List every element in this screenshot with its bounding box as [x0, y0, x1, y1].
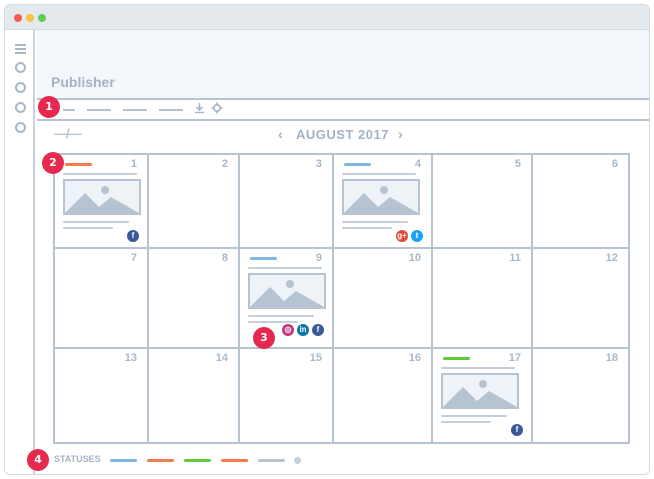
statuses-label: STATUSES	[54, 454, 101, 464]
toolbar-item-1[interactable]	[63, 109, 75, 111]
month-label: AUGUST 2017	[296, 127, 389, 142]
calendar-day-cell[interactable]: 16	[334, 349, 433, 442]
instagram-icon: ◎	[282, 324, 294, 336]
callout-badge-2: 2	[42, 152, 64, 174]
status-legend-item[interactable]	[110, 459, 137, 462]
calendar-day-cell[interactable]: 10	[334, 249, 433, 349]
post-status-bar	[250, 257, 277, 260]
linkedin-icon: in	[297, 324, 309, 336]
post-text-line	[342, 221, 408, 223]
toolbar	[37, 98, 649, 121]
calendar-day-cell[interactable]: 7	[55, 249, 149, 349]
toolbar-item-3[interactable]	[123, 109, 147, 111]
google-plus-icon: g+	[396, 230, 408, 242]
window-titlebar	[5, 5, 649, 30]
calendar-day-cell[interactable]: 15	[240, 349, 334, 442]
calendar-day-cell[interactable]: 1f	[55, 155, 149, 249]
calendar-day-cell[interactable]: 18	[533, 349, 628, 442]
calendar-day-cell[interactable]: 2	[149, 155, 240, 249]
day-number: 7	[130, 252, 137, 264]
post-text-line	[248, 315, 314, 317]
calendar-day-cell[interactable]: 12	[533, 249, 628, 349]
maximize-window-button[interactable]	[38, 14, 46, 22]
day-number: 8	[221, 252, 228, 264]
sidebar-item-3[interactable]	[15, 102, 26, 113]
sidebar	[5, 30, 35, 474]
prev-month-icon[interactable]: ‹	[278, 126, 283, 142]
calendar-day-cell[interactable]: 14	[149, 349, 240, 442]
day-number: 18	[605, 352, 618, 364]
toolbar-item-4[interactable]	[159, 109, 183, 111]
calendar-day-cell[interactable]: 8	[149, 249, 240, 349]
next-month-icon[interactable]: ›	[398, 126, 403, 142]
day-number: 11	[509, 252, 521, 264]
calendar-nav: —/— ‹ AUGUST 2017 ›	[32, 124, 646, 146]
sidebar-item-4[interactable]	[15, 122, 26, 133]
facebook-icon: f	[511, 424, 523, 436]
post-status-bar	[65, 163, 92, 166]
toolbar-item-2[interactable]	[87, 109, 111, 111]
sidebar-item-1[interactable]	[15, 62, 26, 73]
status-legend-more[interactable]	[294, 457, 301, 464]
day-number: 5	[514, 158, 521, 170]
post-text-line	[342, 173, 416, 175]
calendar-day-cell[interactable]: 6	[533, 155, 628, 249]
post-text-line	[63, 221, 129, 223]
callout-badge-4: 4	[27, 449, 49, 471]
statuses-legend: STATUSES	[32, 452, 646, 468]
status-legend-item[interactable]	[147, 459, 174, 462]
post-image-placeholder	[441, 373, 519, 409]
post-status-bar	[344, 163, 371, 166]
calendar-day-cell[interactable]: 11	[433, 249, 533, 349]
day-number: 12	[605, 252, 618, 264]
status-legend-item[interactable]	[258, 459, 285, 462]
post-text-line	[342, 227, 392, 229]
scheduled-post[interactable]: g+ t	[334, 155, 431, 247]
page-header: Publisher	[37, 30, 649, 98]
day-number: 3	[315, 158, 322, 170]
status-legend-item[interactable]	[221, 459, 248, 462]
post-text-line	[441, 367, 515, 369]
post-text-line	[63, 227, 113, 229]
callout-badge-3: 3	[253, 327, 275, 349]
scheduled-post[interactable]: f	[55, 155, 147, 247]
post-status-bar	[443, 357, 470, 360]
post-text-line	[248, 267, 322, 269]
post-text-line	[63, 173, 137, 175]
post-image-placeholder	[248, 273, 326, 309]
calendar-grid: 1 f 2 3 4 g+ t 5 6 7 8 9 ◎ in f 10 11 12 13 14 15 16 17 f 18	[53, 153, 630, 444]
sidebar-item-2[interactable]	[15, 82, 26, 93]
day-number: 13	[124, 352, 137, 364]
facebook-icon: f	[312, 324, 324, 336]
calendar-day-cell[interactable]: 3	[240, 155, 334, 249]
day-number: 16	[408, 352, 421, 364]
view-toggle[interactable]: —/—	[54, 126, 82, 141]
day-number: 2	[221, 158, 228, 170]
facebook-icon: f	[127, 230, 139, 242]
twitter-icon: t	[411, 230, 423, 242]
minimize-window-button[interactable]	[26, 14, 34, 22]
calendar-day-cell[interactable]: 17 f	[433, 349, 533, 442]
post-image-placeholder	[63, 179, 141, 215]
download-icon[interactable]	[194, 102, 205, 118]
close-window-button[interactable]	[14, 14, 22, 22]
day-number: 6	[611, 158, 618, 170]
hamburger-menu-icon[interactable]	[15, 44, 26, 56]
post-image-placeholder	[342, 179, 420, 215]
calendar-day-cell[interactable]: 4 g+ t	[334, 155, 433, 249]
post-text-line	[441, 415, 507, 417]
gear-icon[interactable]	[211, 102, 223, 118]
calendar-day-cell[interactable]: 13	[55, 349, 149, 442]
post-text-line	[248, 321, 298, 323]
calendar-day-cell[interactable]: 5	[433, 155, 533, 249]
page-title: Publisher	[51, 74, 115, 90]
scheduled-post[interactable]: f	[433, 349, 531, 442]
callout-badge-1: 1	[38, 96, 60, 118]
post-text-line	[441, 421, 491, 423]
status-legend-item[interactable]	[184, 459, 211, 462]
day-number: 15	[309, 352, 322, 364]
day-number: 10	[408, 252, 421, 264]
day-number: 14	[215, 352, 228, 364]
